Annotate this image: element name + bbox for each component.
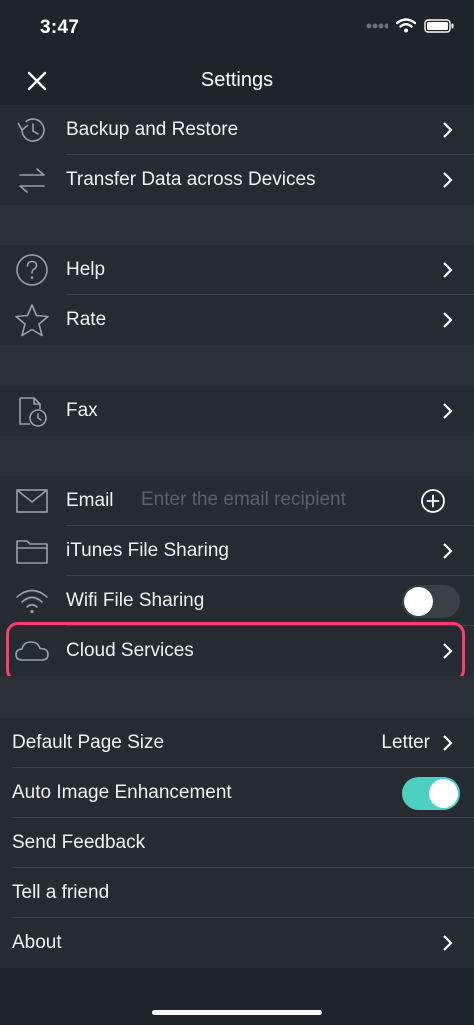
auto-image-enhancement-toggle[interactable] [402,777,460,810]
backup-restore-label: Backup and Restore [66,119,239,140]
section-gap [0,436,474,476]
support-section: Help Rate [0,245,474,345]
status-icons [366,18,454,33]
question-circle-icon [14,253,50,287]
default-page-size-row[interactable]: Default Page Size Letter [0,718,474,768]
cloud-services-label: Cloud Services [66,640,194,661]
tell-a-friend-row[interactable]: Tell a friend [0,868,474,918]
envelope-icon [14,484,50,518]
section-gap [0,676,474,718]
cloud-services-row[interactable]: Cloud Services [0,626,474,676]
about-row[interactable]: About [0,918,474,968]
fax-row[interactable]: Fax [0,386,474,436]
default-page-size-label: Default Page Size [12,732,165,753]
status-bar: 3:47 [0,0,474,56]
transfer-data-label: Transfer Data across Devices [66,169,316,190]
email-recipient-input[interactable] [141,489,401,511]
battery-icon [424,18,454,33]
rate-row[interactable]: Rate [0,295,474,345]
chevron-right-icon [443,735,453,751]
help-label: Help [66,259,106,280]
rate-label: Rate [66,309,107,330]
home-indicator [152,1010,322,1015]
backup-restore-row[interactable]: Backup and Restore [0,105,474,155]
fax-label: Fax [66,400,98,421]
toggle-knob [429,779,458,808]
general-section: Default Page Size Letter Auto Image Enha… [0,718,474,968]
chevron-right-icon [443,643,453,659]
cloud-icon [14,634,50,668]
help-row[interactable]: Help [0,245,474,295]
wifi-icon [14,584,50,618]
about-label: About [12,932,62,953]
send-feedback-label: Send Feedback [12,832,146,853]
transfer-data-row[interactable]: Transfer Data across Devices [0,155,474,205]
chevron-right-icon [443,543,453,559]
email-label: Email [66,490,114,511]
section-gap [0,345,474,386]
chevron-right-icon [443,935,453,951]
wifi-file-sharing-toggle[interactable] [402,585,460,618]
sharing-section: Email iTunes File Sharing Wifi Fil [0,476,474,676]
default-page-size-value: Letter [381,732,430,753]
nav-bar: Settings [0,56,474,106]
cellular-signal-icon [366,23,388,28]
page-title: Settings [200,69,274,91]
chevron-right-icon [443,312,453,328]
history-icon [14,113,50,147]
wifi-file-sharing-row: Wifi File Sharing [0,576,474,626]
tell-a-friend-label: Tell a friend [12,882,110,903]
fax-document-clock-icon [14,394,50,428]
email-row: Email [0,476,474,526]
itunes-file-sharing-row[interactable]: iTunes File Sharing [0,526,474,576]
transfer-arrows-icon [14,163,50,197]
chevron-right-icon [443,122,453,138]
folder-icon [14,534,50,568]
add-circle-icon[interactable] [420,488,446,514]
chevron-right-icon [443,262,453,278]
wifi-file-sharing-label: Wifi File Sharing [66,590,205,611]
auto-image-enhancement-label: Auto Image Enhancement [12,782,232,803]
send-feedback-row[interactable]: Send Feedback [0,818,474,868]
auto-image-enhancement-row: Auto Image Enhancement [0,768,474,818]
toggle-knob [404,587,433,616]
chevron-right-icon [443,403,453,419]
chevron-right-icon [443,172,453,188]
status-time: 3:47 [40,17,80,38]
itunes-file-sharing-label: iTunes File Sharing [66,540,229,561]
wifi-icon [396,18,416,33]
section-gap [0,205,474,245]
fax-section: Fax [0,386,474,436]
star-icon [14,303,50,337]
data-section: Backup and Restore Transfer Data across … [0,105,474,205]
